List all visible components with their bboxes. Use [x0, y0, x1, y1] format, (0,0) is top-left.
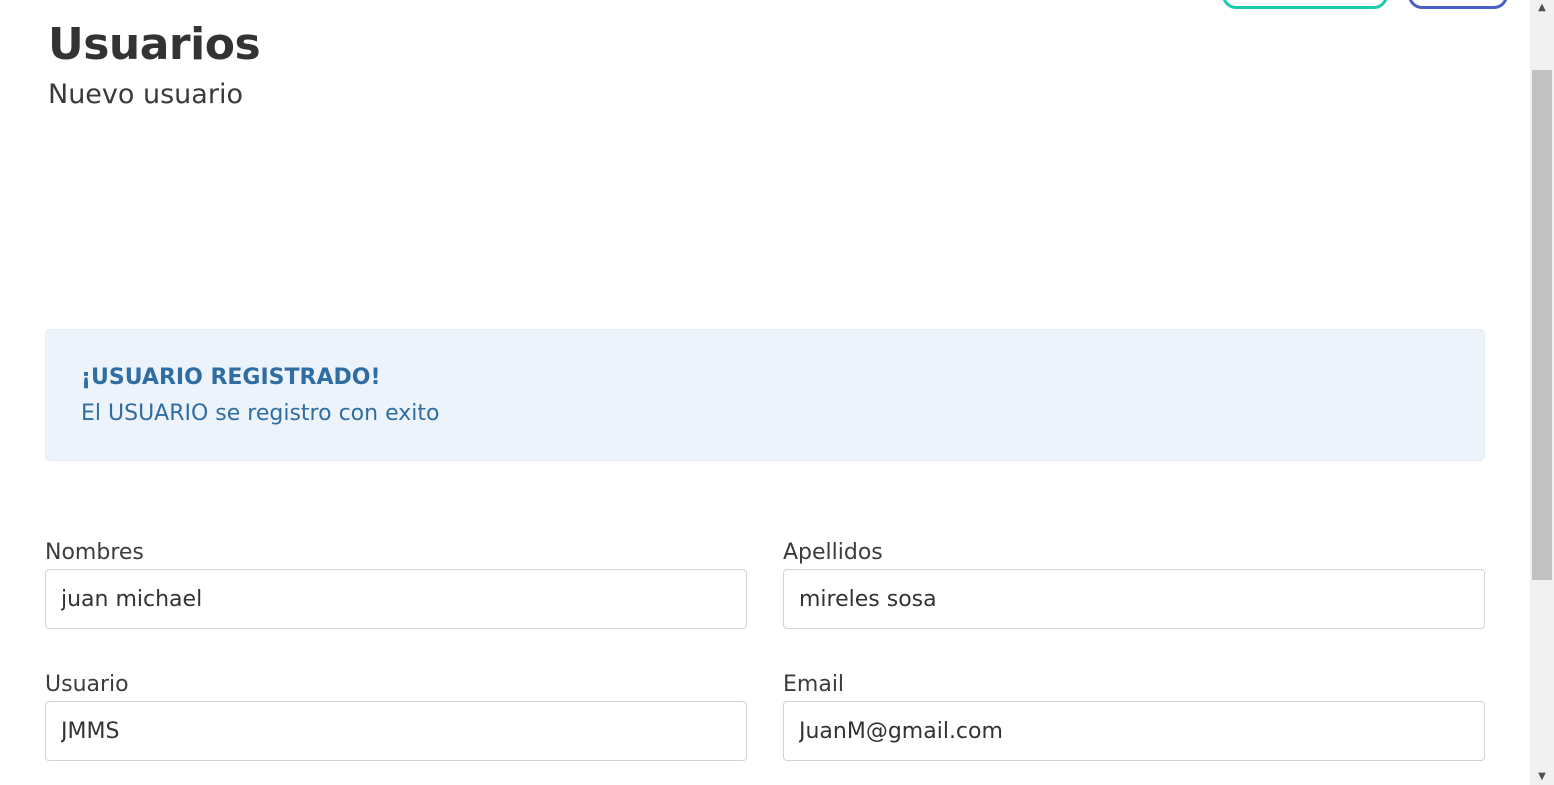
- vertical-scrollbar[interactable]: ▲ ▼: [1530, 0, 1554, 785]
- success-alert: ¡USUARIO REGISTRADO! El USUARIO se regis…: [45, 329, 1485, 461]
- alert-title: ¡USUARIO REGISTRADO!: [81, 365, 381, 390]
- top-action-button-teal[interactable]: [1222, 0, 1388, 9]
- main-content: Usuarios Nuevo usuario ¡USUARIO REGISTRA…: [0, 0, 1530, 785]
- nombres-label: Nombres: [45, 540, 144, 565]
- page-title: Usuarios: [48, 19, 261, 70]
- apellidos-input[interactable]: [783, 569, 1485, 629]
- scroll-up-icon[interactable]: ▲: [1530, 0, 1554, 16]
- page-subtitle: Nuevo usuario: [48, 79, 243, 110]
- apellidos-label: Apellidos: [783, 540, 883, 565]
- email-input[interactable]: [783, 701, 1485, 761]
- email-label: Email: [783, 672, 845, 697]
- usuario-input[interactable]: [45, 701, 747, 761]
- alert-message: El USUARIO se registro con exito: [81, 401, 440, 426]
- usuario-label: Usuario: [45, 672, 129, 697]
- nombres-input[interactable]: [45, 569, 747, 629]
- page: Usuarios Nuevo usuario ¡USUARIO REGISTRA…: [0, 0, 1554, 785]
- top-action-button-blue[interactable]: [1408, 0, 1508, 9]
- scroll-down-icon[interactable]: ▼: [1530, 769, 1554, 785]
- scrollbar-thumb[interactable]: [1532, 70, 1552, 580]
